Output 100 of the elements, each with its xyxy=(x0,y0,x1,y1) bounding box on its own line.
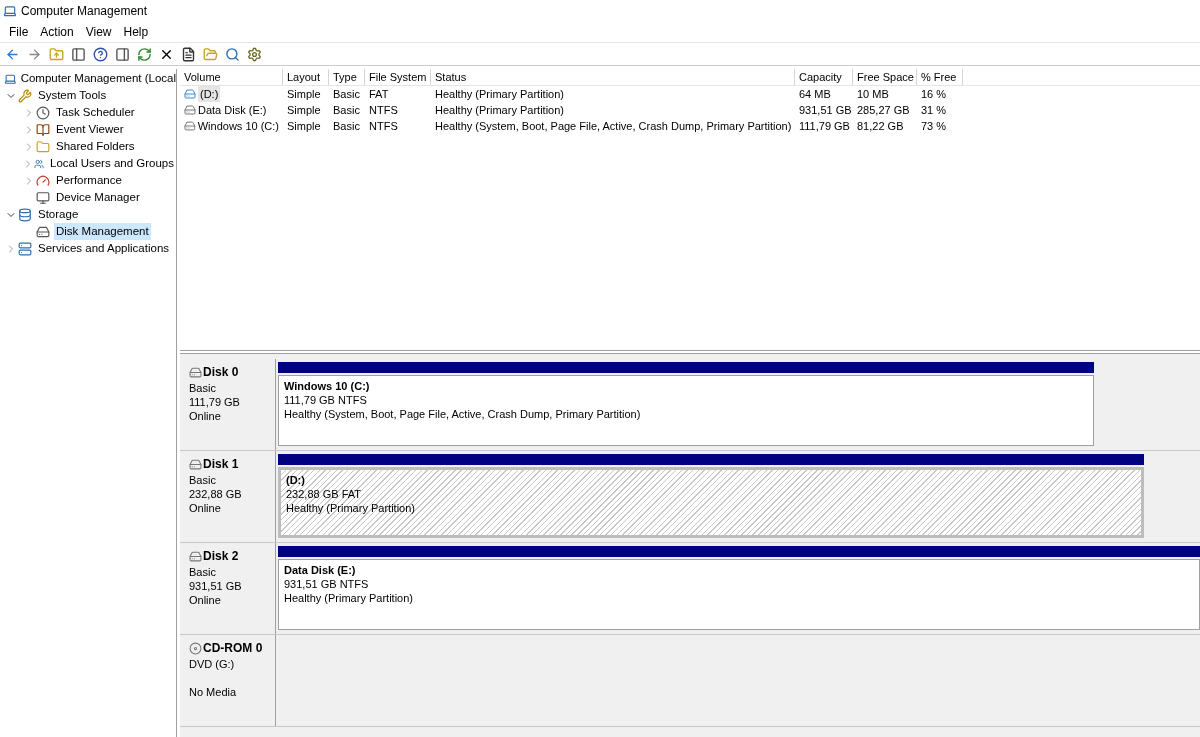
menu-item[interactable]: View xyxy=(79,23,118,41)
clock-icon xyxy=(36,105,50,120)
table-cell-text: Healthy (System, Boot, Page File, Active, Crash Dump, Primary Partition) xyxy=(435,118,792,134)
partition-status: Healthy (Primary Partition) xyxy=(284,591,414,605)
table-cell-text: 73 % xyxy=(921,118,947,134)
disk-info: 111,79 GB xyxy=(189,395,241,409)
table-cell-text: FAT xyxy=(369,86,389,102)
settings-icon xyxy=(247,46,262,62)
tree-item[interactable]: Shared Folders xyxy=(54,137,137,156)
disk-info: Basic xyxy=(189,565,217,579)
column-header[interactable]: Layout xyxy=(283,69,329,85)
menu-item[interactable]: Action xyxy=(34,23,80,41)
disk-info: Online xyxy=(189,593,222,607)
partition-size: 931,51 GB NTFS xyxy=(284,577,370,591)
disk-info: Online xyxy=(189,501,222,515)
disk-name: Disk 0 xyxy=(203,364,239,381)
table-cell-text: Simple xyxy=(287,86,321,102)
disk-info: 232,88 GB xyxy=(189,487,243,501)
hard-drive-icon xyxy=(36,224,50,239)
properties-button[interactable] xyxy=(180,45,197,63)
table-cell-text: 111,79 GB xyxy=(799,118,850,134)
table-cell-text: NTFS xyxy=(369,102,398,118)
panel-button[interactable] xyxy=(70,45,87,63)
table-cell-text: Basic xyxy=(333,102,360,118)
disk-info: DVD (G:) xyxy=(189,657,236,671)
panel-icon xyxy=(71,46,86,62)
tree-item[interactable]: Services and Applications xyxy=(36,239,172,258)
column-header[interactable]: Capacity xyxy=(795,69,853,85)
gauge-icon xyxy=(36,173,50,188)
table-cell-text: Simple xyxy=(287,102,321,118)
disk-name: Disk 2 xyxy=(203,548,239,565)
partition-size: 111,79 GB NTFS xyxy=(284,393,368,407)
table-cell-text: 931,51 GB xyxy=(799,102,852,118)
refresh-icon xyxy=(137,46,152,62)
properties-icon xyxy=(181,46,196,62)
table-cell-text: 81,22 GB xyxy=(857,118,904,134)
tree-item[interactable]: System Tools xyxy=(36,86,109,105)
table-cell-text: 16 % xyxy=(921,86,947,102)
column-header[interactable]: File System xyxy=(365,69,431,85)
panel-button[interactable] xyxy=(114,45,131,63)
disk-info: No Media xyxy=(189,685,238,699)
column-header[interactable]: Volume xyxy=(180,69,283,85)
table-cell-text: Healthy (Primary Partition) xyxy=(435,102,564,118)
partition-status: Healthy (System, Boot, Page File, Active, Crash Dump, Primary Partition) xyxy=(284,407,642,421)
partition-status: Healthy (Primary Partition) xyxy=(286,501,416,515)
tree-item[interactable]: Computer Management (Local xyxy=(20,69,176,88)
folder-button[interactable] xyxy=(202,45,219,63)
tools-icon xyxy=(18,88,32,103)
folder-up-icon xyxy=(49,46,64,62)
disk-name: Disk 1 xyxy=(203,456,239,473)
disk-info: Online xyxy=(189,409,222,423)
window-title: Computer Management xyxy=(21,3,148,20)
folder-up-button[interactable] xyxy=(48,45,65,63)
menu-item[interactable]: Help xyxy=(117,23,155,41)
partition-name: (D:) xyxy=(286,473,306,487)
table-cell[interactable]: Windows 10 (C:) xyxy=(197,117,279,135)
monitor-icon xyxy=(36,190,50,205)
disk-info: Basic xyxy=(189,473,217,487)
column-header[interactable]: Type xyxy=(329,69,365,85)
partition-box[interactable]: (D:) 232,88 GB FAT Healthy (Primary Partition) xyxy=(278,467,1144,538)
table-cell-text: 64 MB xyxy=(799,86,831,102)
search-button[interactable] xyxy=(224,45,241,63)
search-icon xyxy=(225,46,240,62)
table-cell-text: Basic xyxy=(333,86,360,102)
tree-item[interactable]: Event Viewer xyxy=(54,120,126,139)
tree-item[interactable]: Performance xyxy=(54,171,124,190)
forward-icon xyxy=(27,46,42,62)
help-button[interactable] xyxy=(92,45,109,63)
partition-box[interactable]: Data Disk (E:) 931,51 GB NTFS Healthy (Primary Partition) xyxy=(278,559,1200,630)
table-cell-text: Basic xyxy=(333,118,360,134)
column-header[interactable]: Free Space xyxy=(853,69,917,85)
refresh-button[interactable] xyxy=(136,45,153,63)
table-cell[interactable]: Data Disk (E:) xyxy=(198,101,267,119)
settings-button[interactable] xyxy=(246,45,263,63)
database-icon xyxy=(18,207,32,222)
back-icon xyxy=(5,46,20,62)
folder-icon xyxy=(203,46,218,62)
column-header[interactable]: % Free xyxy=(917,69,963,85)
drive-icon xyxy=(189,549,202,563)
partition-size: 232,88 GB FAT xyxy=(286,487,362,501)
tree-item[interactable]: Storage xyxy=(36,205,81,224)
panel-icon xyxy=(115,46,130,62)
drive-icon xyxy=(184,120,196,132)
tree-item[interactable]: Device Manager xyxy=(54,188,142,207)
table-cell-text: 285,27 GB xyxy=(857,102,910,118)
menu-item[interactable]: File xyxy=(3,23,35,41)
table-cell-text: Healthy (Primary Partition) xyxy=(435,86,564,102)
drive-icon xyxy=(184,88,196,100)
tree-item[interactable]: Disk Management xyxy=(54,222,151,241)
computer-icon xyxy=(3,4,17,18)
column-header[interactable]: Status xyxy=(431,69,795,85)
partition-name: Windows 10 (C:) xyxy=(284,379,371,393)
partition-name: Data Disk (E:) xyxy=(284,563,357,577)
tree-item[interactable]: Local Users and Groups xyxy=(48,154,176,173)
tree-item[interactable]: Task Scheduler xyxy=(54,103,137,122)
partition-box[interactable]: Windows 10 (C:) 111,79 GB NTFS Healthy (System, Boot, Page File, Active, Crash Dump, Primary Partition) xyxy=(278,375,1094,446)
folder-icon xyxy=(36,139,50,154)
table-cell-text: NTFS xyxy=(369,118,398,134)
disk-name: CD-ROM 0 xyxy=(203,640,263,657)
disk-info: 931,51 GB xyxy=(189,579,243,593)
